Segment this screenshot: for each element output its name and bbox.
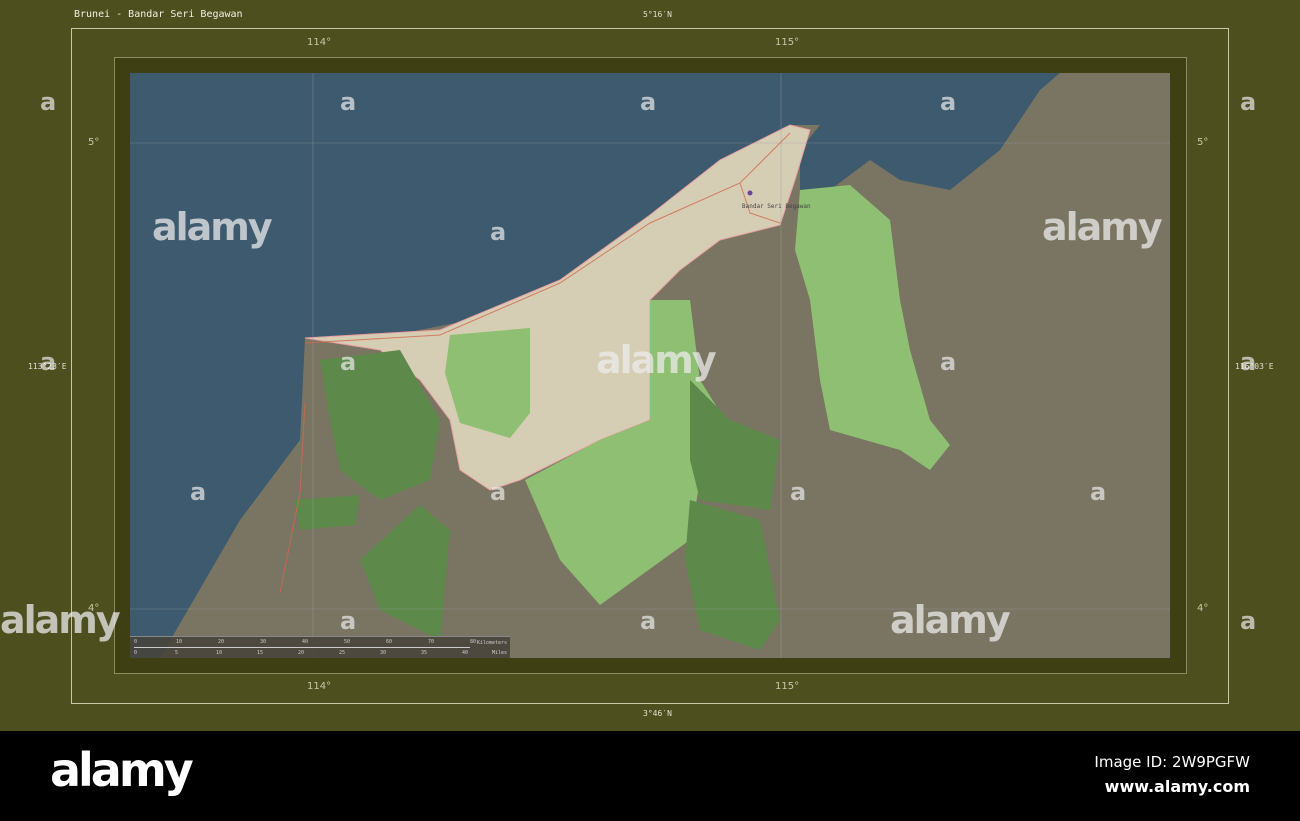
watermark-letter: a xyxy=(40,88,57,116)
lat-tick-left-5: 5° xyxy=(88,137,100,148)
watermark: alamy xyxy=(0,598,121,642)
capital-marker[interactable] xyxy=(747,190,753,196)
footer: alamy Image ID: 2W9PGFW www.alamy.com xyxy=(0,731,1300,821)
map-frame: Brunei - Bandar Seri Begawan 5°16′N 3°46… xyxy=(0,0,1300,731)
image-id: Image ID: 2W9PGFW xyxy=(1094,753,1250,771)
bottom-latitude-label: 3°46′N xyxy=(643,709,672,718)
scale-km-tick: 20 xyxy=(218,639,225,645)
scale-mi-tick: 15 xyxy=(257,650,264,656)
scale-km-label: Kilometers xyxy=(476,640,507,646)
scale-bar: Kilometers Miles 0 10 20 30 40 50 60 70 80 0 5 10 15… xyxy=(130,636,510,658)
watermark-letter: a xyxy=(340,348,357,376)
watermark-letter: a xyxy=(1240,88,1257,116)
scale-mi-tick: 10 xyxy=(216,650,223,656)
watermark-letter: a xyxy=(340,88,357,116)
scale-km-tick: 50 xyxy=(344,639,351,645)
lon-tick-top-114: 114° xyxy=(307,37,332,48)
watermark-letter: a xyxy=(490,218,507,246)
scale-mi-tick: 20 xyxy=(298,650,305,656)
watermark-letter: a xyxy=(40,348,57,376)
scale-km-tick: 60 xyxy=(386,639,393,645)
scale-mi-tick: 0 xyxy=(134,650,138,656)
watermark: alamy xyxy=(152,205,273,249)
watermark-letter: a xyxy=(1240,607,1257,635)
scale-km-tick: 10 xyxy=(176,639,183,645)
watermark: alamy xyxy=(596,338,717,382)
watermark-letter: a xyxy=(1240,348,1257,376)
watermark-letter: a xyxy=(940,88,957,116)
watermark-letter: a xyxy=(940,348,957,376)
map-title: Brunei - Bandar Seri Begawan xyxy=(74,9,243,20)
lon-tick-top-115: 115° xyxy=(775,37,800,48)
scale-mi-tick: 25 xyxy=(339,650,346,656)
scale-mi-tick: 40 xyxy=(462,650,469,656)
lat-tick-right-4: 4° xyxy=(1197,603,1209,614)
scale-km-tick: 30 xyxy=(260,639,267,645)
capital-label: Bandar Seri Begawan xyxy=(742,203,811,210)
site-url[interactable]: www.alamy.com xyxy=(1105,777,1250,796)
watermark: alamy xyxy=(890,598,1011,642)
watermark-letter: a xyxy=(340,607,357,635)
watermark-letter: a xyxy=(640,607,657,635)
scale-km-tick: 0 xyxy=(134,639,138,645)
scale-mi-tick: 35 xyxy=(421,650,428,656)
watermark-letter: a xyxy=(790,478,807,506)
watermark-letter: a xyxy=(490,478,507,506)
scale-mi-tick: 5 xyxy=(175,650,179,656)
scale-mi-label: Miles xyxy=(491,650,507,656)
alamy-logo: alamy xyxy=(50,743,194,797)
scale-km-tick: 70 xyxy=(428,639,435,645)
lon-tick-bottom-115: 115° xyxy=(775,681,800,692)
lon-tick-bottom-114: 114° xyxy=(307,681,332,692)
scale-km-tick: 40 xyxy=(302,639,309,645)
watermark-letter: a xyxy=(640,88,657,116)
watermark-letter: a xyxy=(190,478,207,506)
scale-mi-tick: 30 xyxy=(380,650,387,656)
lat-tick-right-5: 5° xyxy=(1197,137,1209,148)
scale-km-tick: 80 xyxy=(470,639,477,645)
watermark-letter: a xyxy=(1090,478,1107,506)
top-latitude-label: 5°16′N xyxy=(643,10,672,19)
watermark: alamy xyxy=(1042,205,1163,249)
